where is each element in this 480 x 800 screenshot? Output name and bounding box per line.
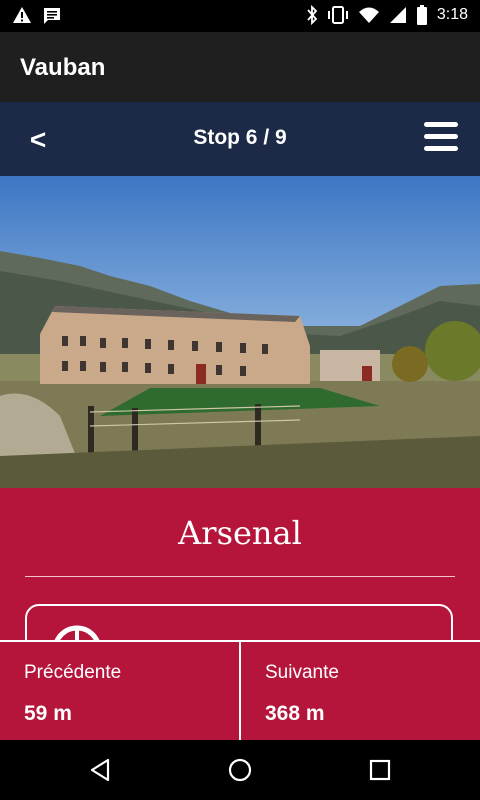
app-title: Vauban	[20, 54, 106, 81]
system-nav-bar	[0, 740, 480, 800]
previous-stop-button[interactable]: Précédente 59 m	[0, 642, 241, 740]
bluetooth-icon	[307, 5, 318, 25]
hamburger-menu-icon[interactable]	[424, 122, 460, 156]
title-divider	[25, 576, 455, 577]
wifi-icon	[358, 7, 379, 23]
signal-icon	[389, 7, 406, 23]
warning-icon	[13, 7, 31, 23]
recents-square-icon[interactable]	[364, 754, 396, 786]
next-label: Suivante	[265, 662, 339, 683]
home-circle-icon[interactable]	[224, 754, 256, 786]
back-triangle-icon[interactable]	[84, 754, 116, 786]
status-right-icons: 3:18	[306, 5, 468, 25]
message-icon	[44, 8, 60, 24]
previous-label: Précédente	[24, 662, 122, 683]
status-left-icons	[12, 6, 62, 26]
vibrate-icon	[327, 6, 348, 24]
stop-counter: Stop 6 / 9	[193, 126, 287, 149]
battery-icon	[416, 5, 427, 25]
stop-title: Arsenal	[178, 514, 302, 552]
tour-nav-bar: < Stop 6 / 9	[0, 102, 480, 176]
stop-photo	[0, 176, 480, 488]
app-bar: Vauban	[0, 32, 480, 102]
next-stop-button[interactable]: Suivante 368 m	[241, 642, 480, 740]
stop-content: Arsenal	[0, 488, 480, 684]
previous-distance: 59 m	[24, 702, 72, 725]
status-time: 3:18	[436, 6, 468, 23]
stop-navigation-panel: Précédente 59 m Suivante 368 m	[0, 640, 480, 740]
status-bar: 3:18	[0, 0, 480, 32]
next-distance: 368 m	[265, 702, 325, 725]
